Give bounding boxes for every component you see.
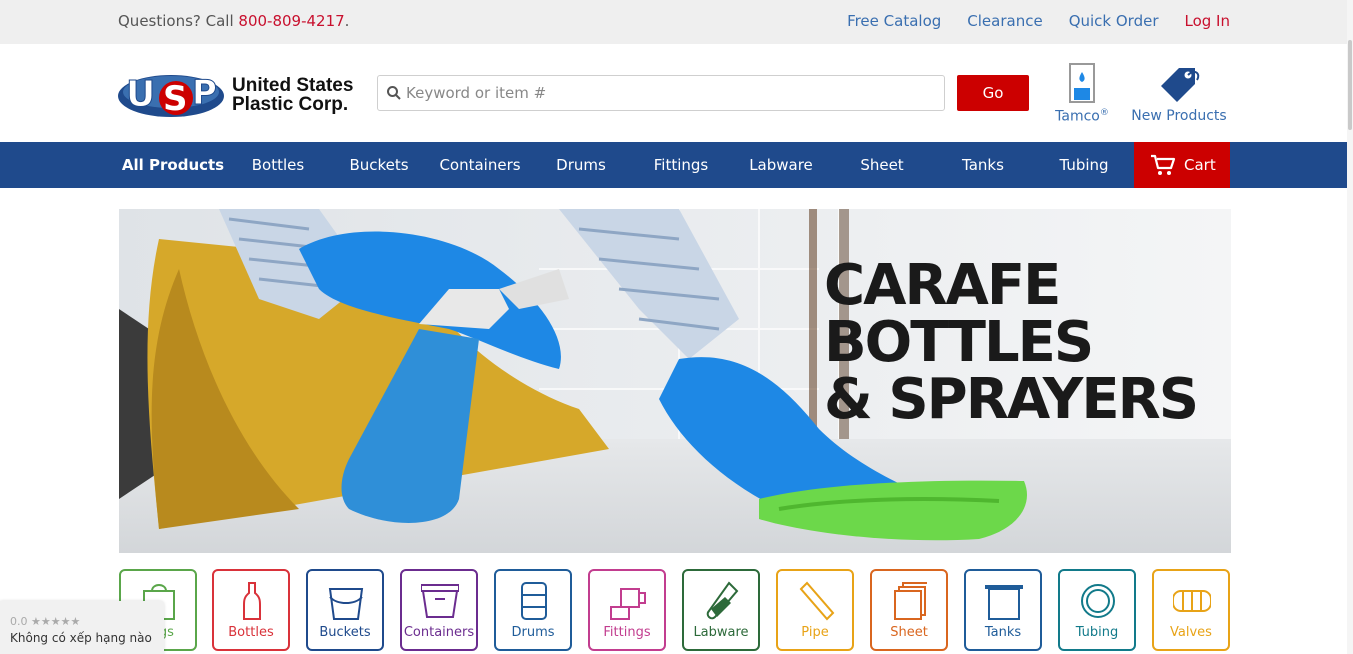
tubing-icon (1081, 584, 1115, 618)
category-buckets[interactable]: Buckets (306, 569, 384, 651)
category-label: Drums (511, 625, 555, 640)
rating-widget[interactable]: 0.0 ★★★★★ Không có xếp hạng nào (0, 601, 164, 654)
nav-fittings[interactable]: Fittings (641, 142, 721, 188)
bucket-icon (328, 588, 364, 620)
cart-label: Cart (1184, 156, 1216, 174)
bottle-icon (243, 582, 261, 620)
category-drums[interactable]: Drums (494, 569, 572, 651)
category-label: Fittings (603, 625, 651, 640)
search-box (377, 75, 945, 111)
tank-icon (985, 585, 1023, 620)
category-bottles[interactable]: Bottles (212, 569, 290, 651)
utility-links: Free Catalog Clearance Quick Order Log I… (847, 12, 1230, 30)
hero-title-line3: & SPRAYERS (824, 367, 1199, 432)
page-scrollbar[interactable] (1347, 0, 1353, 654)
nav-buckets[interactable]: Buckets (339, 142, 419, 188)
nav-sheet[interactable]: Sheet (842, 142, 922, 188)
rating-score: 0.0 (10, 615, 28, 628)
rating-text: Không có xếp hạng nào (10, 631, 152, 645)
category-valves[interactable]: Valves (1152, 569, 1230, 651)
svg-text:United States: United States (232, 75, 353, 96)
flask-icon (706, 581, 739, 620)
svg-text:Plastic Corp.: Plastic Corp. (232, 94, 348, 115)
category-label: Sheet (890, 625, 928, 640)
tamco-link[interactable]: Tamco® (1050, 60, 1114, 130)
category-label: Buckets (319, 625, 371, 640)
fitting-icon (610, 588, 646, 620)
container-icon (421, 584, 459, 618)
category-containers[interactable]: Containers (400, 569, 478, 651)
nav-tubing[interactable]: Tubing (1044, 142, 1124, 188)
cart-icon (1151, 154, 1176, 175)
cart-button[interactable]: Cart (1134, 142, 1230, 188)
tamco-label: Tamco® (1055, 108, 1109, 125)
usp-logo-mark: U S P United States Plastic Corp. (118, 73, 353, 119)
clearance-link[interactable]: Clearance (967, 12, 1042, 30)
category-fittings[interactable]: Fittings (588, 569, 666, 651)
pipe-icon (799, 581, 835, 621)
nav-tanks[interactable]: Tanks (943, 142, 1023, 188)
category-label: Tubing (1075, 625, 1119, 640)
rating-stars: 0.0 ★★★★★ (10, 615, 80, 628)
site-header: U S P United States Plastic Corp. Go Tam… (0, 44, 1353, 142)
category-label: Pipe (801, 625, 829, 640)
valve-icon (1173, 590, 1211, 612)
search-go-button[interactable]: Go (957, 75, 1029, 111)
sheet-icon (894, 582, 927, 620)
nav-bottles[interactable]: Bottles (238, 142, 318, 188)
new-products-link[interactable]: New Products (1127, 60, 1231, 130)
category-sheet[interactable]: Sheet (870, 569, 948, 651)
nav-labware[interactable]: Labware (741, 142, 821, 188)
questions-text: Questions? Call (118, 12, 239, 30)
category-label: Bottles (228, 625, 274, 640)
top-utility-bar: Questions? Call 800-809-4217. Free Catal… (0, 0, 1353, 44)
hero-title: CARAFE BOTTLES & SPRAYERS (824, 253, 1199, 432)
svg-text:U: U (126, 74, 155, 115)
free-catalog-link[interactable]: Free Catalog (847, 12, 941, 30)
contact-text: Questions? Call 800-809-4217. (118, 12, 349, 30)
phone-link[interactable]: 800-809-4217 (238, 12, 344, 30)
new-products-label: New Products (1131, 108, 1227, 124)
category-label: Containers (403, 625, 475, 640)
drum-icon (521, 582, 547, 620)
main-nav: All Products Bottles Buckets Containers … (0, 142, 1353, 188)
category-label: Labware (693, 625, 749, 640)
nav-containers[interactable]: Containers (436, 142, 524, 188)
svg-text:P: P (192, 73, 217, 113)
hero-title-line2: BOTTLES (824, 310, 1094, 375)
category-tubing[interactable]: Tubing (1058, 569, 1136, 651)
category-label: Valves (1170, 625, 1212, 640)
phone-suffix: . (344, 12, 350, 30)
quick-order-link[interactable]: Quick Order (1069, 12, 1159, 30)
hero-title-line1: CARAFE (824, 253, 1061, 318)
nav-drums[interactable]: Drums (541, 142, 621, 188)
star-icons: ★★★★★ (31, 615, 81, 628)
tag-icon (1161, 68, 1200, 102)
scrollbar-thumb[interactable] (1348, 40, 1352, 130)
tamco-icon (1069, 63, 1095, 103)
category-label: Tanks (984, 625, 1022, 640)
svg-text:S: S (163, 79, 188, 119)
nav-all-products[interactable]: All Products (119, 142, 227, 188)
usp-logo[interactable]: U S P United States Plastic Corp. (118, 68, 358, 120)
hero-banner[interactable]: CARAFE BOTTLES & SPRAYERS (119, 209, 1231, 553)
category-pipe[interactable]: Pipe (776, 569, 854, 651)
category-labware[interactable]: Labware (682, 569, 760, 651)
category-tanks[interactable]: Tanks (964, 569, 1042, 651)
log-in-link[interactable]: Log In (1185, 12, 1231, 30)
search-icon (387, 86, 401, 100)
search-input[interactable] (406, 82, 926, 104)
